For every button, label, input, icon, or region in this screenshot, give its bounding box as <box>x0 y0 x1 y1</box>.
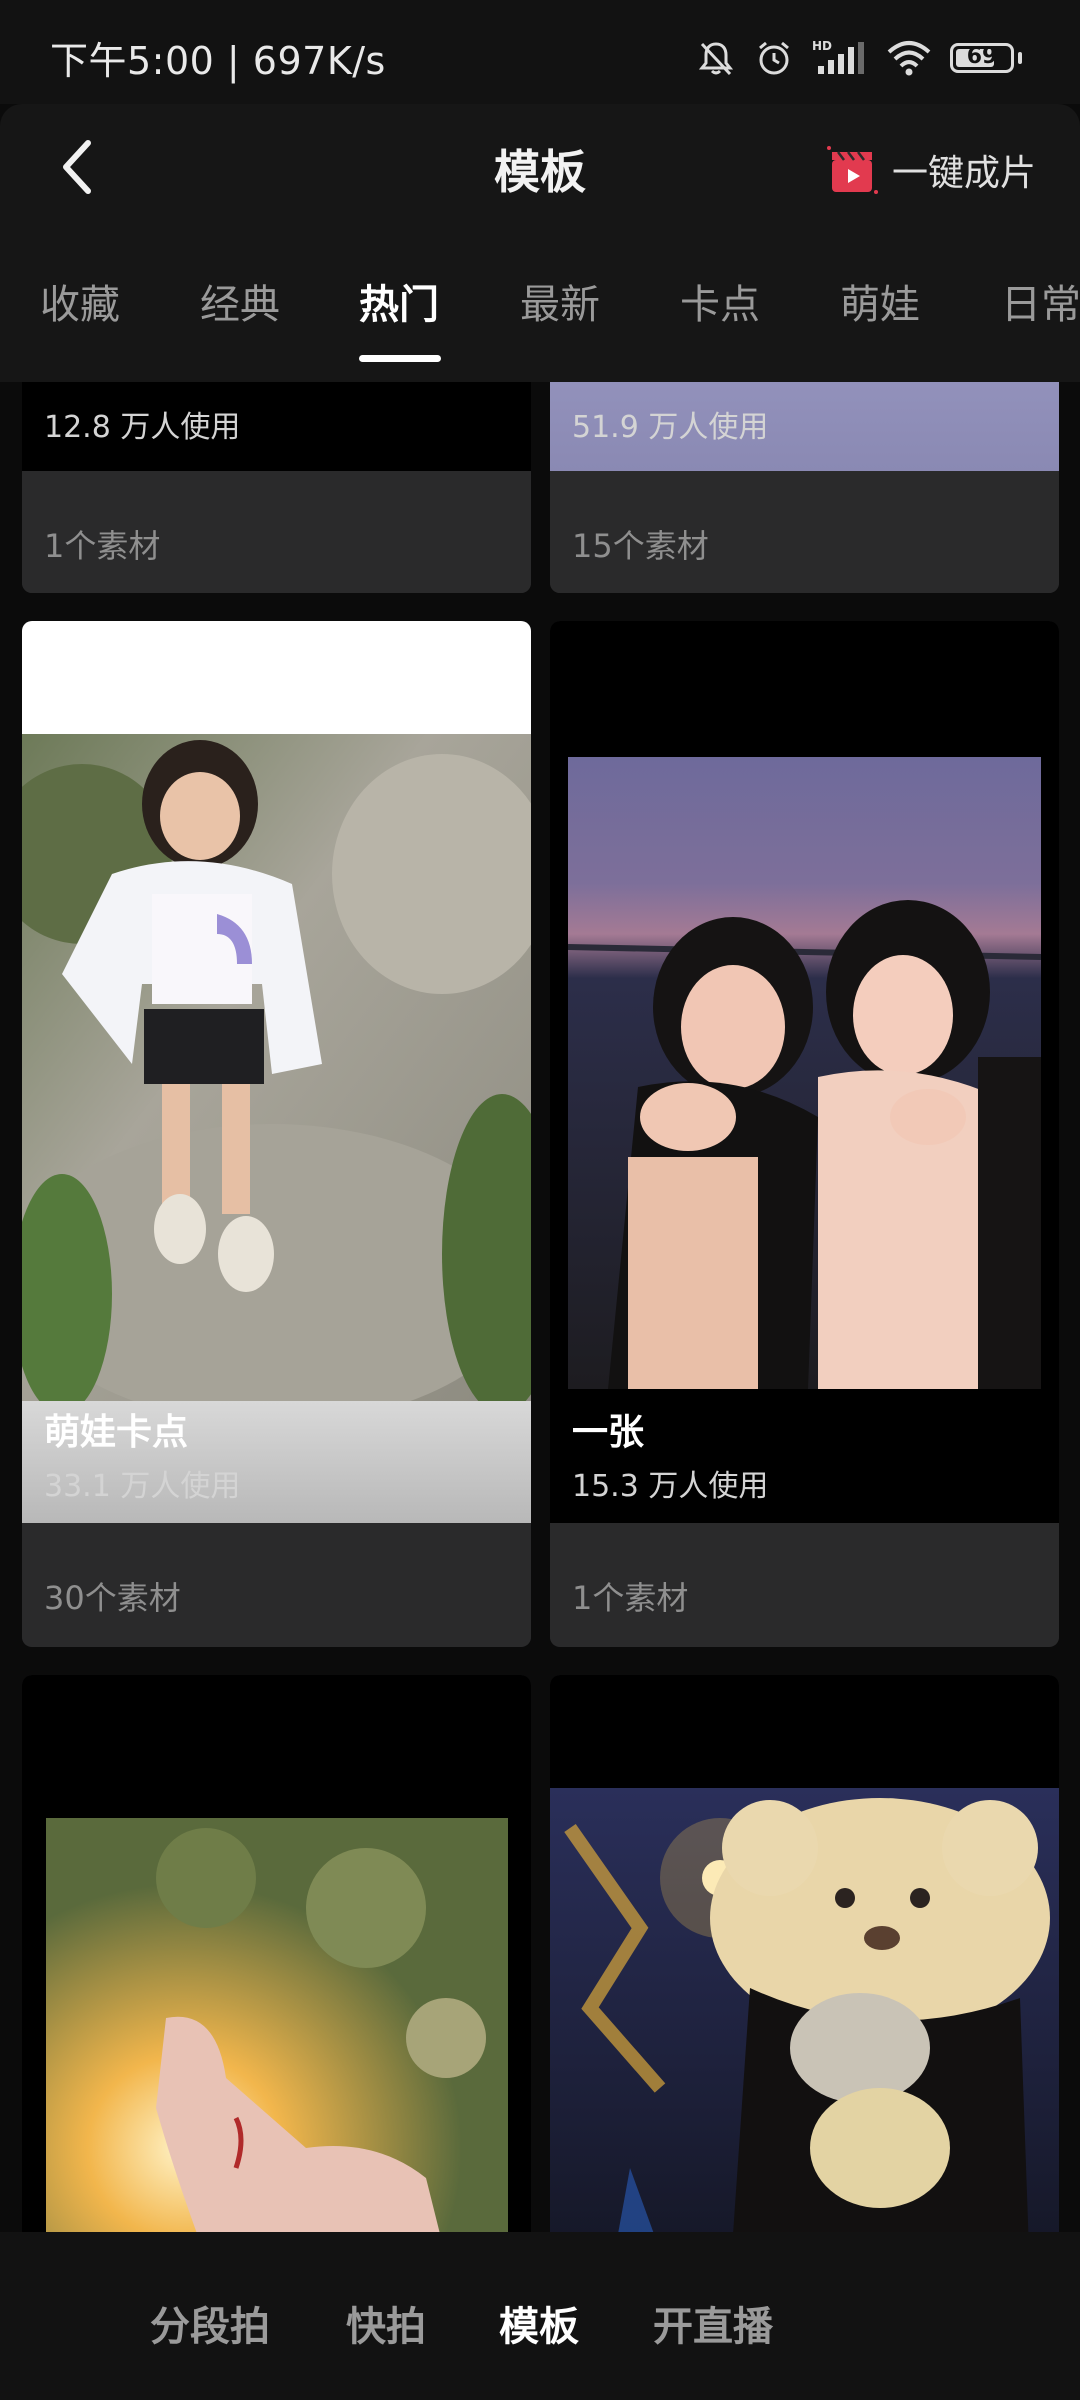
template-card[interactable] <box>22 1675 531 2232</box>
template-materials: 1个素材 <box>44 527 161 565</box>
template-usage: 12.8 万人使用 <box>44 410 241 445</box>
battery-icon: 69 <box>950 43 1014 73</box>
category-tabs: 收藏 经典 热门 最新 卡点 萌娃 日常 <box>0 232 1080 382</box>
tab-hot[interactable]: 热门 <box>359 272 439 330</box>
tab-latest[interactable]: 最新 <box>520 272 600 330</box>
sunset-hand-photo <box>46 1818 508 2232</box>
template-thumbnail <box>22 621 531 1523</box>
nav-quick-shoot[interactable]: 快拍 <box>346 2294 426 2352</box>
active-tab-indicator <box>359 355 441 362</box>
one-click-create-label: 一键成片 <box>891 153 1036 194</box>
template-materials: 1个素材 <box>572 1579 689 1617</box>
template-materials: 15个素材 <box>572 527 709 565</box>
template-usage: 33.1 万人使用 <box>44 1469 241 1504</box>
mute-icon <box>698 42 734 76</box>
friends-photo <box>568 757 1041 1389</box>
nav-templates[interactable]: 模板 <box>499 2294 579 2352</box>
template-grid[interactable]: 12.8 万人使用 1个素材 51.9 万人使用 15个素材 萌娃卡点 33.1… <box>0 382 1080 2232</box>
hd-signal-icon: HD <box>812 39 864 74</box>
template-thumbnail <box>550 1675 1059 2232</box>
nav-go-live[interactable]: 开直播 <box>653 2294 773 2352</box>
tab-classic[interactable]: 经典 <box>200 272 280 330</box>
template-card[interactable] <box>550 1675 1059 2232</box>
app-root: 下午5:00 | 697K/s HD 69 模板 一键成片 收藏 经典 热门 最… <box>0 0 1080 2400</box>
tab-favorites[interactable]: 收藏 <box>40 272 120 330</box>
clapperboard-icon <box>826 146 878 194</box>
bear-hat-photo <box>550 1788 1059 2232</box>
svg-text:HD: HD <box>812 39 832 53</box>
status-icons: HD 69 <box>696 38 1022 78</box>
battery-level: 69 <box>966 44 998 69</box>
template-card[interactable]: 萌娃卡点 33.1 万人使用 30个素材 <box>22 621 531 1647</box>
template-usage: 51.9 万人使用 <box>572 410 769 445</box>
one-click-create-button[interactable]: 一键成片 <box>824 142 1036 198</box>
template-footer: 1个素材 <box>550 1523 1059 1645</box>
template-card[interactable]: 51.9 万人使用 15个素材 <box>550 382 1059 593</box>
template-thumbnail <box>22 1675 531 2232</box>
nav-segment-shoot[interactable]: 分段拍 <box>150 2294 270 2352</box>
header-bar: 模板 一键成片 <box>0 104 1080 232</box>
template-thumbnail <box>550 621 1059 1523</box>
tab-beat-sync[interactable]: 卡点 <box>680 272 760 330</box>
alarm-icon <box>759 41 789 75</box>
template-card[interactable]: 一张 15.3 万人使用 1个素材 <box>550 621 1059 1647</box>
tab-cute-kids[interactable]: 萌娃 <box>840 272 920 330</box>
bottom-navigation: 分段拍 快拍 模板 开直播 <box>0 2232 1080 2400</box>
template-usage: 15.3 万人使用 <box>572 1469 769 1504</box>
child-photo <box>22 734 531 1414</box>
template-footer: 1个素材 <box>22 471 531 593</box>
template-footer: 30个素材 <box>22 1523 531 1645</box>
template-name: 一张 <box>572 1412 645 1453</box>
tab-daily[interactable]: 日常 <box>1001 272 1080 330</box>
wifi-icon <box>887 41 931 76</box>
status-bar: 下午5:00 | 697K/s HD 69 <box>0 0 1080 104</box>
template-name: 萌娃卡点 <box>44 1412 189 1453</box>
template-footer: 15个素材 <box>550 471 1059 593</box>
template-materials: 30个素材 <box>44 1579 181 1617</box>
template-card[interactable]: 12.8 万人使用 1个素材 <box>22 382 531 593</box>
status-time-speed: 下午5:00 | 697K/s <box>50 39 386 83</box>
